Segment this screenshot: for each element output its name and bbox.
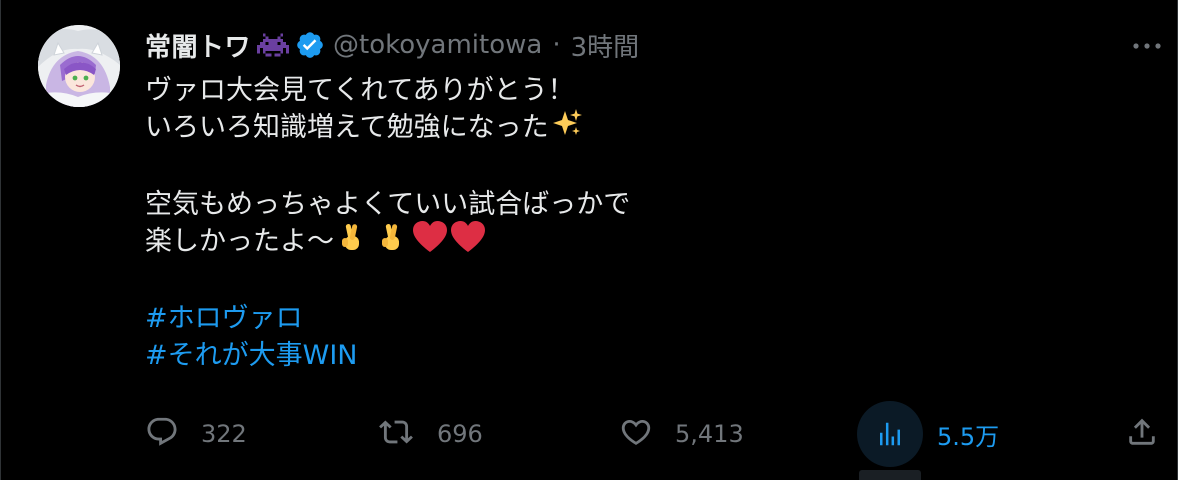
hashtag-link[interactable]: #ホロヴァロ: [145, 300, 303, 337]
tweet-line: #それが大事WIN: [145, 337, 1105, 374]
like-count: 5,413: [675, 420, 744, 448]
separator-dot: ·: [552, 30, 561, 60]
tweet-header: 常闇トワ @tokoyamitowa · 3時間: [145, 26, 639, 64]
views-button[interactable]: 5.5万: [857, 398, 999, 470]
display-name[interactable]: 常闇トワ: [145, 27, 251, 64]
hover-indicator: [859, 470, 921, 480]
tweet-text-line-3: 空気もめっちゃよくていい試合ばっかで: [145, 189, 631, 220]
reply-count: 322: [201, 420, 247, 448]
heart-icon: [450, 220, 486, 264]
views-count: 5.5万: [937, 422, 1000, 451]
views-highlight: [857, 401, 923, 467]
user-handle[interactable]: @tokoyamitowa: [333, 30, 542, 60]
avatar[interactable]: [38, 25, 120, 107]
tweet-body: ヴァロ大会見てくれてありがとう！ いろいろ知識増えて勉強になった 空気もめっちゃ…: [145, 72, 1105, 374]
crossed-fingers-icon: [376, 220, 408, 264]
tweet-timestamp[interactable]: 3時間: [571, 27, 640, 64]
space-invader-icon: [257, 31, 290, 59]
share-button[interactable]: [1125, 398, 1159, 470]
tweet-actions: 322 696 5,413 5.5万: [1, 398, 1178, 470]
retweet-count: 696: [437, 420, 483, 448]
tweet-text-line-1: ヴァロ大会見てくれてありがとう！: [145, 75, 575, 106]
tweet-text-line-2: いろいろ知識増えて勉強になった: [145, 112, 549, 143]
heart-outline-icon: [619, 415, 653, 453]
sparkles-icon: [551, 107, 583, 149]
more-dots-icon: [1133, 43, 1161, 49]
tweet-line: いろいろ知識増えて勉強になった: [145, 107, 1105, 149]
reply-icon: [145, 415, 179, 453]
analytics-icon: [880, 422, 900, 446]
tweet-text-line-4: 楽しかったよ〜: [145, 226, 334, 257]
retweet-button[interactable]: 696: [377, 398, 483, 470]
tweet-line: 空気もめっちゃよくていい試合ばっかで: [145, 186, 1105, 223]
heart-icon: [412, 220, 448, 264]
more-options-button[interactable]: [1129, 36, 1165, 56]
hashtag-link[interactable]: #それが大事WIN: [145, 337, 357, 374]
tweet-card[interactable]: 常闇トワ @tokoyamitowa · 3時間 ヴァロ大会見てくれてありがとう…: [0, 0, 1178, 480]
like-button[interactable]: 5,413: [619, 398, 744, 470]
share-icon: [1125, 415, 1159, 453]
verified-badge-icon[interactable]: [295, 30, 325, 60]
tweet-line: ヴァロ大会見てくれてありがとう！: [145, 72, 1105, 109]
tweet-line: #ホロヴァロ: [145, 300, 1105, 337]
reply-button[interactable]: 322: [145, 398, 247, 470]
retweet-icon: [377, 415, 415, 453]
crossed-fingers-icon: [336, 220, 368, 264]
tweet-line: 楽しかったよ〜: [145, 220, 1105, 260]
